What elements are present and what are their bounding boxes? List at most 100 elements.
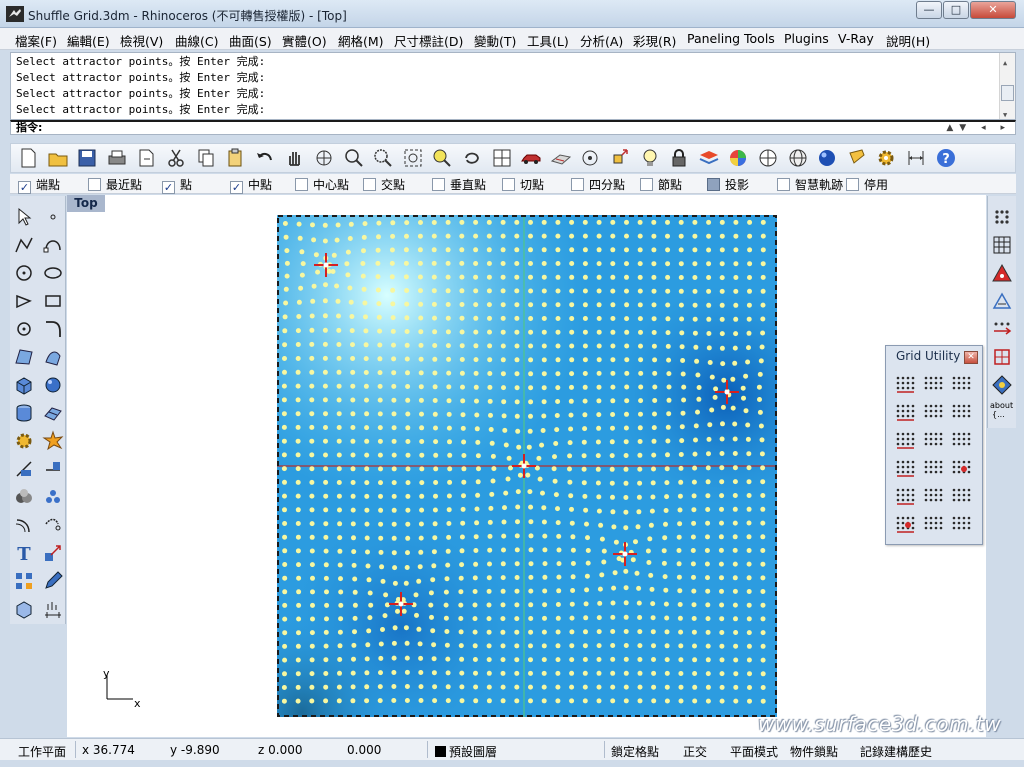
osnap-5[interactable]: 交點 — [363, 176, 405, 192]
menu-file[interactable]: 檔案(F) — [15, 31, 57, 50]
color-wheel-icon[interactable] — [727, 147, 749, 169]
about-label[interactable]: about — [990, 401, 1013, 410]
history-toggle[interactable]: 記錄建構歷史 — [860, 743, 932, 760]
array-icon[interactable] — [13, 570, 35, 592]
mesh-sphere-icon[interactable] — [787, 147, 809, 169]
dense-grid-icon[interactable] — [991, 234, 1013, 256]
cylinder-icon[interactable] — [13, 402, 35, 424]
osnap-3[interactable]: ✓ 中點 — [230, 176, 272, 194]
command-line[interactable]: 指令: ▲▼ ◂ ▸ — [10, 120, 1016, 135]
menu-analyze[interactable]: 分析(A) — [580, 31, 623, 50]
menu-edit[interactable]: 編輯(E) — [67, 31, 110, 50]
flashlight-icon[interactable] — [846, 147, 868, 169]
dimension-linear-icon[interactable] — [42, 598, 64, 620]
copy-icon[interactable] — [195, 147, 217, 169]
sparse-grid-icon[interactable] — [922, 429, 946, 451]
osnap-10[interactable]: 投影 — [707, 176, 749, 192]
osnap-checkbox[interactable] — [777, 178, 790, 191]
dimension-icon[interactable] — [905, 147, 927, 169]
menu-dimension[interactable]: 尺寸標註(D) — [394, 31, 463, 50]
point-tool-icon[interactable] — [42, 206, 64, 228]
maximize-button[interactable]: □ — [943, 1, 969, 19]
render-icon[interactable] — [757, 147, 779, 169]
grid-utility-close-button[interactable]: ✕ — [964, 351, 978, 364]
select-arrow-icon[interactable] — [13, 206, 35, 228]
pattern-grid-icon[interactable] — [950, 513, 974, 535]
surface-pts-icon[interactable] — [13, 346, 35, 368]
text-icon[interactable]: T — [13, 542, 35, 564]
grid-mesh-icon[interactable] — [922, 457, 946, 479]
triangle-grid-icon[interactable] — [894, 429, 918, 451]
zoom-extents-icon[interactable] — [402, 147, 424, 169]
lock-icon[interactable] — [668, 147, 690, 169]
grid-dots-icon[interactable] — [950, 401, 974, 423]
osnap-checkbox[interactable]: ✓ — [162, 181, 175, 194]
shuffle-grid-icon[interactable] — [894, 401, 918, 423]
explode-icon[interactable] — [42, 430, 64, 452]
help-icon[interactable]: ? — [935, 147, 957, 169]
dense-grid-icon[interactable] — [894, 457, 918, 479]
curve-grid-icon[interactable] — [894, 513, 918, 535]
point-icon[interactable] — [579, 147, 601, 169]
menu-help[interactable]: 說明(H) — [886, 31, 930, 50]
paste-icon[interactable] — [224, 147, 246, 169]
loft-icon[interactable] — [42, 346, 64, 368]
osnap-checkbox[interactable]: ✓ — [230, 181, 243, 194]
pan-hand-icon[interactable] — [283, 147, 305, 169]
undo-view-icon[interactable] — [461, 147, 483, 169]
grid-utility-panel[interactable]: Grid Utility ✕ — [885, 345, 983, 545]
ortho-toggle[interactable]: 正交 — [683, 743, 707, 760]
grid-points-icon[interactable] — [991, 206, 1013, 228]
diamond-grid-icon[interactable] — [950, 485, 974, 507]
pencil-edit-icon[interactable] — [42, 570, 64, 592]
command-history[interactable]: Select attractor points。按 Enter 完成: Sele… — [10, 52, 1016, 120]
import-icon[interactable] — [135, 147, 157, 169]
osnap-checkbox[interactable] — [640, 178, 653, 191]
sphere-solid-icon[interactable] — [42, 374, 64, 396]
osnap-checkbox[interactable] — [707, 178, 720, 191]
print-icon[interactable] — [106, 147, 128, 169]
osnap-checkbox[interactable] — [432, 178, 445, 191]
split-icon[interactable] — [42, 458, 64, 480]
fillet-icon[interactable] — [42, 318, 64, 340]
zoom-window-icon[interactable] — [343, 147, 365, 169]
menu-solid[interactable]: 實體(O) — [282, 31, 327, 50]
close-button[interactable]: ✕ — [970, 1, 1016, 19]
menu-tools[interactable]: 工具(L) — [527, 31, 569, 50]
osnap-8[interactable]: 四分點 — [571, 176, 625, 192]
shift-grid-right-icon[interactable] — [894, 373, 918, 395]
menu-render[interactable]: 彩現(R) — [633, 31, 676, 50]
triangle-panel-icon[interactable] — [991, 262, 1013, 284]
current-layer[interactable]: 預設圖層 — [435, 743, 497, 760]
shuffle-grid-surface[interactable] — [277, 215, 777, 717]
menu-view[interactable]: 檢視(V) — [120, 31, 163, 50]
shift-grid-left-icon[interactable] — [922, 373, 946, 395]
grid-select-icon[interactable] — [894, 485, 918, 507]
osnap-checkbox[interactable] — [295, 178, 308, 191]
osnap-toggle[interactable]: 物件鎖點 — [790, 743, 838, 760]
top-viewport[interactable]: Top y x — [67, 195, 986, 737]
morph-panel-icon[interactable] — [991, 290, 1013, 312]
curve-cv-icon[interactable] — [42, 234, 64, 256]
rectangle-icon[interactable] — [42, 290, 64, 312]
panel-tiles-icon[interactable] — [991, 346, 1013, 368]
history-scrollbar[interactable]: ▲ ▼ — [999, 53, 1015, 119]
zoom-dynamic-icon[interactable] — [372, 147, 394, 169]
light-bulb-icon[interactable] — [639, 147, 661, 169]
undo-icon[interactable] — [254, 147, 276, 169]
render-cube-icon[interactable] — [13, 598, 35, 620]
osnap-4[interactable]: 中心點 — [295, 176, 349, 192]
command-arrows[interactable]: ▲▼ ◂ ▸ — [946, 122, 1011, 134]
cplane-icon[interactable] — [550, 147, 572, 169]
group-icon[interactable] — [42, 486, 64, 508]
osnap-9[interactable]: 節點 — [640, 176, 682, 192]
options-gear-icon[interactable] — [875, 147, 897, 169]
snap-toggle[interactable]: 鎖定格點 — [611, 743, 659, 760]
trim-icon[interactable] — [13, 458, 35, 480]
four-viewports-icon[interactable] — [491, 147, 513, 169]
osnap-7[interactable]: 切點 — [502, 176, 544, 192]
gumball-icon[interactable] — [609, 147, 631, 169]
gear-solid-icon[interactable] — [13, 430, 35, 452]
menu-mesh[interactable]: 網格(M) — [338, 31, 384, 50]
material-ball-icon[interactable] — [816, 147, 838, 169]
